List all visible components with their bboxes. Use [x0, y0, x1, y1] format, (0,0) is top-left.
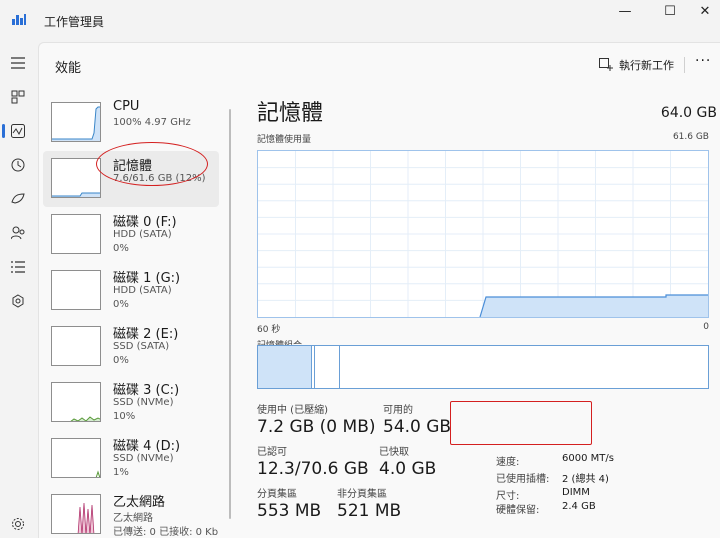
- title-bar: 工作管理員 — ☐ ✕: [0, 0, 720, 42]
- device-ethernet[interactable]: 乙太網路 乙太網路 已傳送: 0 已接收: 0 Kbps: [43, 487, 219, 538]
- hamburger-icon[interactable]: [6, 51, 30, 75]
- device-list-scrollbar[interactable]: [229, 109, 231, 519]
- memory-composition-bar: [257, 345, 709, 389]
- device-detail: HDD (SATA): [113, 229, 172, 240]
- spec-slots-label: 已使用插槽:: [496, 474, 550, 485]
- spec-speed-label: 速度:: [496, 457, 520, 468]
- detail-title: 記憶體: [257, 101, 324, 126]
- page-title: 效能: [55, 61, 82, 76]
- usage-graph-max: 61.6 GB: [672, 132, 709, 142]
- run-task-icon: [599, 58, 613, 71]
- processes-icon[interactable]: [6, 85, 30, 109]
- services-icon[interactable]: [6, 289, 30, 313]
- available-label: 可用的: [383, 405, 413, 416]
- highlight-box-specs: [450, 401, 592, 445]
- memory-usage-graph: [257, 150, 709, 318]
- device-detail: 100% 4.97 GHz: [113, 117, 191, 128]
- navigation-rail: [0, 42, 36, 538]
- performance-page: 效能 執行新工作 ··· CPU 100% 4.97 GHz 記憶體 7.6/6…: [38, 42, 720, 538]
- startup-apps-icon[interactable]: [6, 187, 30, 211]
- run-new-task-label: 執行新工作: [619, 59, 674, 72]
- details-icon[interactable]: [6, 255, 30, 279]
- spec-form-factor-label: 尺寸:: [496, 491, 520, 502]
- device-detail: SSD (NVMe): [113, 453, 174, 464]
- memory-total: 64.0 GB: [660, 105, 717, 121]
- paged-pool-value: 553 MB: [257, 501, 322, 521]
- disk-thumbnail-graph: [51, 382, 101, 422]
- in-use-value: 7.2 GB (0 MB): [257, 417, 376, 437]
- settings-icon[interactable]: [6, 512, 30, 536]
- app-history-icon[interactable]: [6, 153, 30, 177]
- disk-thumbnail-graph: [51, 270, 101, 310]
- device-name: CPU: [113, 99, 140, 114]
- device-usage: 0%: [113, 299, 129, 310]
- cached-value: 4.0 GB: [379, 459, 437, 479]
- spec-reserved-label: 硬體保留:: [496, 505, 540, 516]
- device-disk-0[interactable]: 磁碟 0 (F:) HDD (SATA) 0%: [43, 207, 219, 263]
- device-usage: 0%: [113, 355, 129, 366]
- committed-label: 已認可: [257, 447, 287, 458]
- spec-reserved-value: 2.4 GB: [562, 501, 596, 512]
- device-disk-1[interactable]: 磁碟 1 (G:) HDD (SATA) 0%: [43, 263, 219, 319]
- spec-slots-value: 2 (總共 4): [562, 474, 609, 485]
- task-manager-logo-icon: [12, 13, 26, 25]
- minimize-button[interactable]: —: [610, 4, 640, 20]
- device-disk-3[interactable]: 磁碟 3 (C:) SSD (NVMe) 10%: [43, 375, 219, 431]
- device-name: 磁碟 1 (G:): [113, 271, 181, 286]
- header-separator: [684, 57, 685, 73]
- device-name: 磁碟 2 (E:): [113, 327, 179, 342]
- performance-icon[interactable]: [2, 119, 30, 143]
- device-usage: 1%: [113, 467, 129, 478]
- graph-axis-right: 0: [703, 322, 709, 332]
- device-throughput: 已傳送: 0 已接收: 0 Kbps: [113, 527, 219, 538]
- device-detail: 乙太網路: [113, 513, 153, 524]
- close-button[interactable]: ✕: [690, 4, 720, 20]
- paged-pool-label: 分頁集區: [257, 489, 297, 500]
- window-title: 工作管理員: [44, 15, 105, 29]
- memory-thumbnail-graph: [51, 158, 101, 198]
- device-name: 乙太網路: [113, 495, 166, 510]
- in-use-label: 使用中 (已壓縮): [257, 405, 328, 416]
- nonpaged-pool-value: 521 MB: [337, 501, 402, 521]
- users-icon[interactable]: [6, 221, 30, 245]
- device-disk-2[interactable]: 磁碟 2 (E:) SSD (SATA) 0%: [43, 319, 219, 375]
- ethernet-thumbnail-graph: [51, 494, 101, 534]
- highlight-ellipse-memory: [96, 142, 208, 186]
- cpu-thumbnail-graph: [51, 102, 101, 142]
- graph-axis-left: 60 秒: [257, 325, 281, 335]
- device-name: 磁碟 3 (C:): [113, 383, 180, 398]
- disk-thumbnail-graph: [51, 214, 101, 254]
- device-detail: SSD (NVMe): [113, 397, 174, 408]
- device-usage: 10%: [113, 411, 136, 422]
- disk-thumbnail-graph: [51, 326, 101, 366]
- device-usage: 0%: [113, 243, 129, 254]
- device-detail: SSD (SATA): [113, 341, 170, 352]
- cached-label: 已快取: [379, 447, 409, 458]
- disk-thumbnail-graph: [51, 438, 101, 478]
- available-value: 54.0 GB: [383, 417, 452, 437]
- spec-form-factor-value: DIMM: [562, 487, 590, 498]
- run-new-task-button[interactable]: 執行新工作: [599, 55, 674, 75]
- nonpaged-pool-label: 非分頁集區: [337, 489, 387, 500]
- spec-speed-value: 6000 MT/s: [562, 453, 614, 464]
- device-detail: HDD (SATA): [113, 285, 172, 296]
- usage-graph-label: 記憶體使用量: [257, 135, 312, 145]
- committed-value: 12.3/70.6 GB: [257, 459, 369, 479]
- device-name: 磁碟 4 (D:): [113, 439, 181, 454]
- more-options-button[interactable]: ···: [695, 53, 711, 69]
- device-name: 磁碟 0 (F:): [113, 215, 177, 230]
- maximize-button[interactable]: ☐: [655, 4, 685, 20]
- memory-detail-panel: 記憶體 64.0 GB 記憶體使用量 61.6 GB 60 秒 0 記憶體組合 …: [257, 95, 717, 538]
- device-disk-4[interactable]: 磁碟 4 (D:) SSD (NVMe) 1%: [43, 431, 219, 487]
